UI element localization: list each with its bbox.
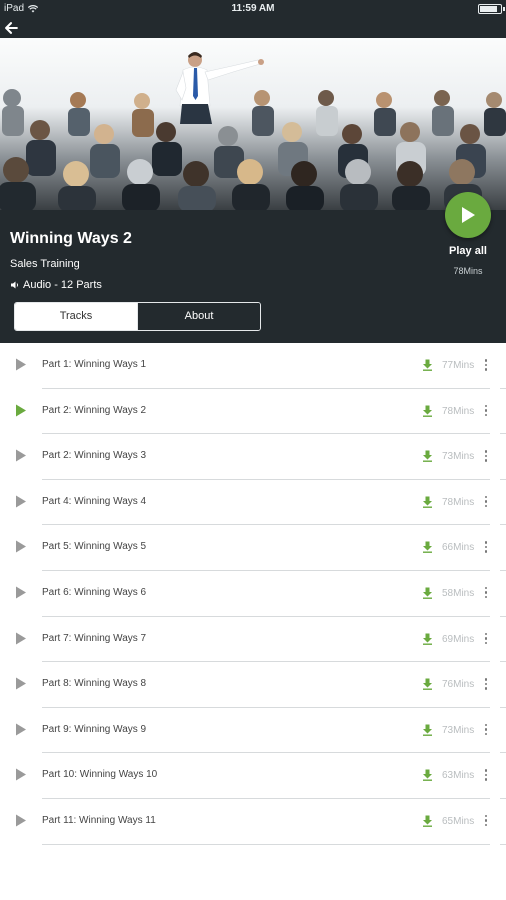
download-icon[interactable] [422, 450, 433, 463]
track-duration: 63Mins [442, 770, 475, 782]
row-divider [42, 843, 490, 845]
track-title: Part 6: Winning Ways 6 [42, 586, 147, 598]
track-title: Part 10: Winning Ways 10 [42, 769, 158, 781]
track-duration: 78Mins [442, 496, 475, 508]
track-duration: 66Mins [442, 542, 475, 554]
track-duration: 77Mins [442, 360, 475, 371]
tab-tracks[interactable]: Tracks [15, 303, 137, 330]
download-icon[interactable] [422, 678, 433, 691]
track-row[interactable]: Part 5: Winning Ways 5 66Mins [0, 525, 506, 571]
download-icon[interactable] [422, 815, 433, 827]
download-icon[interactable] [422, 496, 433, 508]
download-icon[interactable] [422, 541, 433, 554]
download-icon[interactable] [422, 587, 433, 599]
more-options-icon[interactable] [483, 450, 489, 464]
play-icon [462, 207, 475, 223]
status-bar: iPad 11:59 AM [0, 0, 506, 18]
track-list: Part 1: Winning Ways 1 77Mins Part 2: Winn… [0, 343, 506, 845]
course-header: Winning Ways 2 Sales Training Audio - 12… [0, 210, 506, 343]
track-title: Part 9: Winning Ways 9 [42, 723, 147, 735]
more-options-icon[interactable] [483, 769, 489, 783]
track-duration: 73Mins [442, 724, 475, 736]
track-play-icon[interactable] [15, 677, 27, 690]
track-title: Part 7: Winning Ways 7 [42, 632, 147, 644]
track-play-icon[interactable] [15, 632, 27, 645]
download-icon[interactable] [422, 405, 433, 417]
track-title: Part 2: Winning Ways 2 [42, 404, 147, 416]
download-icon[interactable] [422, 633, 433, 645]
more-options-icon[interactable] [483, 404, 489, 419]
track-play-icon[interactable] [15, 404, 27, 417]
track-play-icon[interactable] [15, 768, 27, 781]
track-duration: 76Mins [442, 679, 475, 691]
track-duration: 58Mins [442, 587, 475, 599]
more-options-icon[interactable] [483, 678, 489, 692]
track-row[interactable]: Part 8: Winning Ways 8 76Mins [0, 662, 506, 708]
track-duration: 78Mins [442, 405, 475, 417]
play-all-label[interactable]: Play all [430, 245, 506, 257]
more-options-icon[interactable] [483, 586, 489, 601]
track-title: Part 4: Winning Ways 4 [42, 495, 147, 507]
download-icon[interactable] [422, 769, 433, 782]
download-icon[interactable] [422, 359, 433, 371]
course-meta: Audio - 12 Parts [10, 279, 102, 291]
more-options-icon[interactable] [483, 541, 489, 555]
track-play-icon[interactable] [15, 814, 27, 827]
track-row[interactable]: Part 1: Winning Ways 1 77Mins [0, 343, 506, 389]
row-divider-edge [500, 843, 506, 845]
track-play-icon[interactable] [15, 449, 27, 462]
download-icon[interactable] [422, 724, 433, 736]
track-duration: 73Mins [442, 451, 475, 463]
track-title: Part 11: Winning Ways 11 [42, 814, 156, 826]
track-row[interactable]: Part 10: Winning Ways 10 63Mins [0, 753, 506, 799]
track-row[interactable]: Part 7: Winning Ways 7 69Mins [0, 617, 506, 663]
more-options-icon[interactable] [483, 359, 489, 373]
battery-icon [478, 4, 505, 14]
course-title: Winning Ways 2 [10, 230, 132, 247]
track-row[interactable]: Part 9: Winning Ways 9 73Mins [0, 708, 506, 754]
track-play-icon[interactable] [15, 586, 27, 599]
track-row[interactable]: Part 2: Winning Ways 3 73Mins [0, 434, 506, 480]
track-play-icon[interactable] [15, 495, 27, 508]
more-options-icon[interactable] [483, 723, 489, 738]
course-meta-text: Audio - 12 Parts [23, 279, 102, 291]
track-row[interactable]: Part 6: Winning Ways 6 58Mins [0, 571, 506, 617]
track-title: Part 8: Winning Ways 8 [42, 678, 147, 690]
status-right [478, 4, 505, 14]
play-all-duration: 78Mins [453, 266, 483, 276]
more-options-icon[interactable] [483, 814, 489, 829]
track-play-icon[interactable] [15, 358, 27, 371]
play-all-button[interactable] [445, 192, 491, 238]
nav-bar [0, 18, 506, 38]
track-play-icon[interactable] [15, 540, 27, 553]
back-arrow-icon[interactable] [3, 21, 19, 35]
course-subtitle: Sales Training [10, 258, 80, 270]
speaker-icon [11, 281, 19, 289]
track-duration: 65Mins [442, 815, 475, 827]
track-row[interactable]: Part 2: Winning Ways 2 78Mins [0, 389, 506, 435]
track-title: Part 5: Winning Ways 5 [42, 541, 147, 553]
track-title: Part 1: Winning Ways 1 [42, 359, 147, 370]
more-options-icon[interactable] [483, 632, 489, 647]
track-row[interactable]: Part 4: Winning Ways 4 78Mins [0, 480, 506, 526]
track-row[interactable]: Part 11: Winning Ways 11 65Mins [0, 799, 506, 845]
status-time: 11:59 AM [231, 3, 275, 14]
track-play-icon[interactable] [15, 723, 27, 736]
seminar-audience-illustration [0, 38, 506, 210]
tab-about[interactable]: About [137, 303, 260, 330]
track-duration: 69Mins [442, 633, 475, 645]
tab-bar: Tracks About [14, 302, 261, 331]
more-options-icon[interactable] [483, 495, 489, 510]
course-hero-image [0, 38, 506, 210]
track-title: Part 2: Winning Ways 3 [42, 450, 147, 462]
